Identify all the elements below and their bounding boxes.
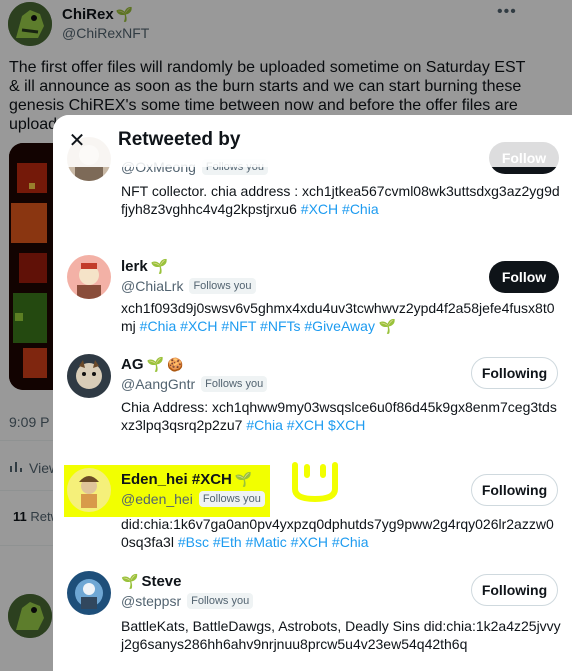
bio-text: NFT collector. chia address : xch1jtkea5… (121, 183, 560, 217)
user-name[interactable]: lerk 🌱 (121, 258, 168, 275)
user-bio: xch1f093d9j0swsv6v5ghmx4xdu4uv3tcwhwvz2y… (121, 299, 561, 335)
following-button[interactable]: Following (471, 357, 558, 389)
user-cell[interactable]: lerk 🌱 @ChiaLrk Follows you Follow xch1f… (53, 240, 572, 340)
hashtag-link[interactable]: #NFT (221, 318, 256, 334)
close-icon[interactable]: ✕ (65, 129, 89, 153)
user-handle-row: @steppsr Follows you (121, 593, 254, 609)
hashtag-link[interactable]: #Chia (342, 201, 379, 217)
user-avatar[interactable] (67, 571, 111, 615)
user-handle[interactable]: @eden_hei (121, 491, 193, 507)
sprout-icon: 🌱 (121, 573, 139, 589)
user-name[interactable]: AG 🌱 🍪 (121, 356, 183, 373)
retweeted-by-dialog: @OxMeong Follows you Follow NFT collecto… (53, 115, 572, 671)
following-button[interactable]: Following (471, 474, 558, 506)
user-avatar[interactable] (67, 354, 111, 398)
user-cell[interactable]: 🌱 Steve @steppsr Follows you Following B… (53, 557, 572, 671)
user-bio: BattleKats, BattleDawgs, Astrobots, Dead… (121, 618, 561, 652)
user-avatar[interactable] (67, 255, 111, 299)
user-cell[interactable]: AG 🌱 🍪 @AangGntr Follows you Following C… (53, 340, 572, 455)
cashtag-link[interactable]: $XCH (328, 417, 365, 433)
user-avatar[interactable] (67, 468, 111, 512)
user-name-text: lerk (121, 258, 148, 275)
user-handle-row: @eden_hei Follows you (121, 491, 265, 507)
hashtag-link[interactable]: #Chia (246, 417, 283, 433)
following-button[interactable]: Following (471, 574, 558, 606)
sprout-icon: 🌱 (378, 318, 397, 334)
dialog-title: Retweeted by (118, 129, 241, 150)
user-name-text: AG (121, 356, 144, 373)
follows-you-badge: Follows you (201, 376, 268, 392)
hashtag-link[interactable]: #Eth (213, 534, 242, 550)
sprout-icon: 🌱 (146, 356, 164, 372)
user-cell[interactable]: Eden_hei #XCH 🌱 @eden_hei Follows you Fo… (53, 455, 572, 557)
user-bio: did:chia:1k6v7ga0an0pv4yxpzq0dphutds7yg9… (121, 515, 561, 551)
follows-you-badge: Follows you (198, 491, 265, 507)
hashtag-link[interactable]: #Matic (246, 534, 287, 550)
user-handle-row: @AangGntr Follows you (121, 376, 268, 392)
hashtag-link[interactable]: #Bsc (178, 534, 209, 550)
dialog-header: ✕ Retweeted by (53, 115, 572, 167)
smiley-scribble-icon (292, 462, 338, 503)
follows-you-badge: Follows you (189, 278, 256, 294)
hashtag-link[interactable]: #Chia (140, 318, 177, 334)
follow-button[interactable]: Follow (489, 261, 559, 293)
sprout-icon: 🌱 (150, 258, 169, 274)
user-bio: NFT collector. chia address : xch1jtkea5… (121, 182, 561, 218)
user-handle[interactable]: @AangGntr (121, 376, 195, 392)
user-name[interactable]: Eden_hei #XCH 🌱 (121, 471, 252, 488)
user-handle[interactable]: @ChiaLrk (121, 278, 183, 294)
hashtag-link[interactable]: #GiveAway (304, 318, 375, 334)
user-handle-row: @ChiaLrk Follows you (121, 278, 256, 294)
user-name-text: Steve (141, 573, 182, 590)
hashtag-link[interactable]: #XCH (287, 417, 324, 433)
follows-you-badge: Follows you (187, 593, 254, 609)
hashtag-link[interactable]: #XCH (301, 201, 338, 217)
hashtag-link[interactable]: #NFTs (260, 318, 300, 334)
sprout-icon: 🌱 (234, 471, 253, 487)
hashtag-link[interactable]: #XCH (180, 318, 217, 334)
cookie-icon: 🍪 (166, 356, 184, 372)
hashtag-link[interactable]: #Chia (332, 534, 369, 550)
hashtag-link[interactable]: #XCH (291, 534, 328, 550)
user-bio: Chia Address: xch1qhww9my03wsqslce6u0f86… (121, 398, 561, 434)
user-name[interactable]: 🌱 Steve (121, 573, 181, 590)
user-name-text: Eden_hei #XCH (121, 471, 232, 488)
user-handle[interactable]: @steppsr (121, 593, 181, 609)
